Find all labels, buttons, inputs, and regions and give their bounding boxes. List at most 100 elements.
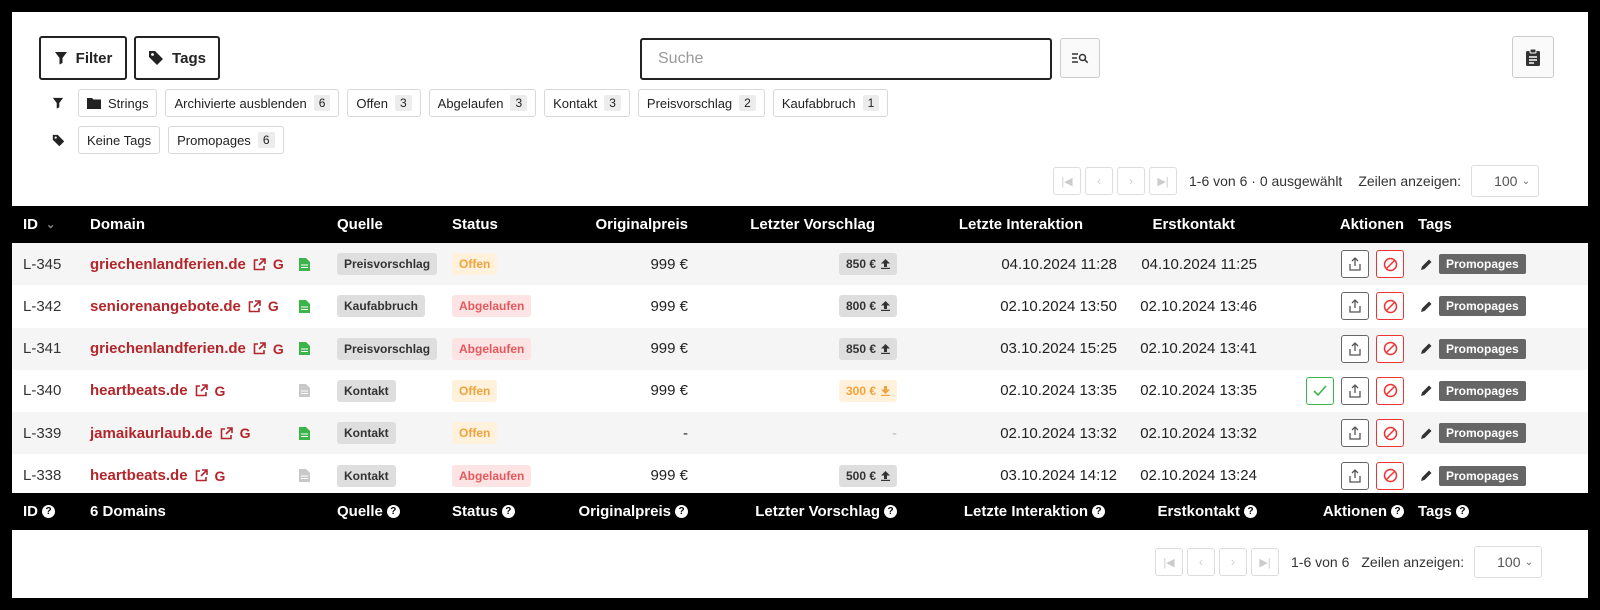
prev-page-button[interactable]: ‹ <box>1187 548 1215 576</box>
help-icon[interactable]: ? <box>1244 505 1257 518</box>
offer-value: 300 € <box>845 383 876 398</box>
rows-per-page-select[interactable]: 100 ⌄ <box>1474 546 1543 578</box>
block-button[interactable] <box>1376 461 1404 490</box>
external-link-icon[interactable] <box>253 342 266 355</box>
col-interaction-header[interactable]: Letzte Interaktion <box>932 206 1083 243</box>
first-page-button[interactable]: |◀ <box>1155 548 1183 576</box>
advanced-search-button[interactable] <box>1060 38 1100 78</box>
document-icon[interactable] <box>299 469 310 482</box>
filter-chip-preisvorschlag[interactable]: Preisvorschlag 2 <box>637 89 765 117</box>
domain-link[interactable]: seniorenangebote.de <box>90 298 241 315</box>
table-row[interactable]: L-342 seniorenangebote.de G Kaufabbruch A… <box>12 285 1588 328</box>
pencil-icon[interactable] <box>1420 300 1433 313</box>
filter-chip-kontakt[interactable]: Kontakt 3 <box>544 89 630 117</box>
filter-chip-offen[interactable]: Offen 3 <box>347 89 421 117</box>
document-icon[interactable] <box>299 426 310 440</box>
share-button[interactable] <box>1341 376 1369 405</box>
table-row[interactable]: L-341 griechenlandferien.de G Preisvorsch… <box>12 327 1588 370</box>
prev-page-button[interactable]: ‹ <box>1085 167 1113 195</box>
col-status-header[interactable]: Status <box>452 206 498 243</box>
block-button[interactable] <box>1376 292 1404 321</box>
help-icon[interactable]: ? <box>1092 505 1105 518</box>
domain-link[interactable]: griechenlandferien.de <box>90 340 246 357</box>
tags-button[interactable]: Tags <box>134 36 220 80</box>
external-link-icon[interactable] <box>253 257 266 271</box>
domain-link[interactable]: heartbeats.de <box>90 467 188 484</box>
help-icon[interactable]: ? <box>386 505 400 518</box>
pencil-icon[interactable] <box>1420 258 1433 271</box>
google-icon[interactable]: G <box>268 298 279 314</box>
table-row[interactable]: L-339 jamaikaurlaub.de G Kontakt Offen - … <box>12 412 1588 455</box>
filter-button[interactable]: Filter <box>39 36 127 80</box>
cell-interaction: 03.10.2024 15:25 <box>932 328 1117 370</box>
clipboard-button[interactable] <box>1512 36 1554 78</box>
share-button[interactable] <box>1341 334 1369 363</box>
rows-per-page-select[interactable]: 100 ⌄ <box>1471 165 1540 197</box>
table-row[interactable]: L-338 heartbeats.de G Kontakt Abgelaufen … <box>12 454 1588 497</box>
first-page-button[interactable]: |◀ <box>1053 167 1081 195</box>
pencil-icon[interactable] <box>1420 469 1433 482</box>
pencil-icon[interactable] <box>1420 384 1433 397</box>
domain-link[interactable]: jamaikaurlaub.de <box>90 425 213 442</box>
block-button[interactable] <box>1376 419 1404 448</box>
tag-chip-keine-tags[interactable]: Keine Tags <box>78 126 161 154</box>
search-input[interactable]: Suche <box>640 38 1052 80</box>
next-page-button[interactable]: › <box>1117 167 1145 195</box>
filter-chip-kaufabbruch[interactable]: Kaufabbruch 1 <box>772 89 889 117</box>
tag-badge[interactable]: Promopages <box>1439 423 1526 444</box>
block-button[interactable] <box>1376 250 1404 278</box>
document-icon[interactable] <box>299 384 310 398</box>
document-icon[interactable] <box>299 299 310 313</box>
pencil-icon[interactable] <box>1420 342 1433 355</box>
domain-link[interactable]: heartbeats.de <box>90 382 188 399</box>
share-button[interactable] <box>1341 461 1369 490</box>
tag-badge[interactable]: Promopages <box>1439 254 1526 274</box>
google-icon[interactable]: G <box>273 256 284 272</box>
help-icon[interactable]: ? <box>501 505 515 518</box>
help-icon[interactable]: ? <box>884 505 897 518</box>
google-icon[interactable]: G <box>273 341 284 357</box>
help-icon[interactable]: ? <box>1455 505 1469 518</box>
accept-button[interactable] <box>1306 376 1334 405</box>
document-icon[interactable] <box>299 342 310 356</box>
tag-badge[interactable]: Promopages <box>1439 296 1526 317</box>
col-domain-header[interactable]: Domain <box>90 206 145 243</box>
tag-badge[interactable]: Promopages <box>1439 465 1526 486</box>
next-page-button[interactable]: › <box>1219 548 1247 576</box>
tag-chip-promopages[interactable]: Promopages 6 <box>168 126 284 154</box>
col-source-header[interactable]: Quelle <box>337 206 383 243</box>
col-contact-header[interactable]: Erstkontakt <box>1112 206 1235 243</box>
help-icon[interactable]: ? <box>42 505 55 518</box>
share-button[interactable] <box>1341 250 1369 278</box>
filter-chip-archived[interactable]: Archivierte ausblenden 6 <box>165 89 340 117</box>
google-icon[interactable]: G <box>240 425 251 441</box>
col-offer-label: Letzter Vorschlag <box>750 216 875 233</box>
first-contact: 02.10.2024 13:32 <box>1140 424 1257 442</box>
help-icon[interactable]: ? <box>675 505 688 518</box>
help-icon[interactable]: ? <box>1391 505 1404 518</box>
last-page-button[interactable]: ▶| <box>1251 548 1279 576</box>
tag-badge[interactable]: Promopages <box>1439 338 1526 359</box>
google-icon[interactable]: G <box>215 468 226 484</box>
domain-link[interactable]: griechenlandferien.de <box>90 256 246 273</box>
external-link-icon[interactable] <box>195 469 208 482</box>
filter-chip-strings[interactable]: Strings <box>78 89 158 117</box>
share-button[interactable] <box>1341 419 1369 448</box>
block-button[interactable] <box>1376 334 1404 363</box>
last-page-button[interactable]: ▶| <box>1149 167 1177 195</box>
google-icon[interactable]: G <box>215 383 226 399</box>
col-id-header[interactable]: ID ⌄ <box>23 206 55 243</box>
external-link-icon[interactable] <box>195 384 208 397</box>
filter-chip-abgelaufen[interactable]: Abgelaufen 3 <box>428 89 537 117</box>
share-button[interactable] <box>1341 292 1369 321</box>
table-row[interactable]: L-345 griechenlandferien.de G Preisvorsch… <box>12 243 1588 285</box>
external-link-icon[interactable] <box>248 299 261 313</box>
document-icon[interactable] <box>299 257 310 271</box>
table-row[interactable]: L-340 heartbeats.de G Kontakt Offen 999 €… <box>12 369 1588 412</box>
block-button[interactable] <box>1376 376 1404 405</box>
col-price-header[interactable]: Originalpreis <box>572 206 688 243</box>
tag-badge[interactable]: Promopages <box>1439 380 1526 401</box>
external-link-icon[interactable] <box>220 426 233 440</box>
col-offer-header[interactable]: Letzter Vorschlag <box>732 206 875 243</box>
pencil-icon[interactable] <box>1420 427 1433 440</box>
